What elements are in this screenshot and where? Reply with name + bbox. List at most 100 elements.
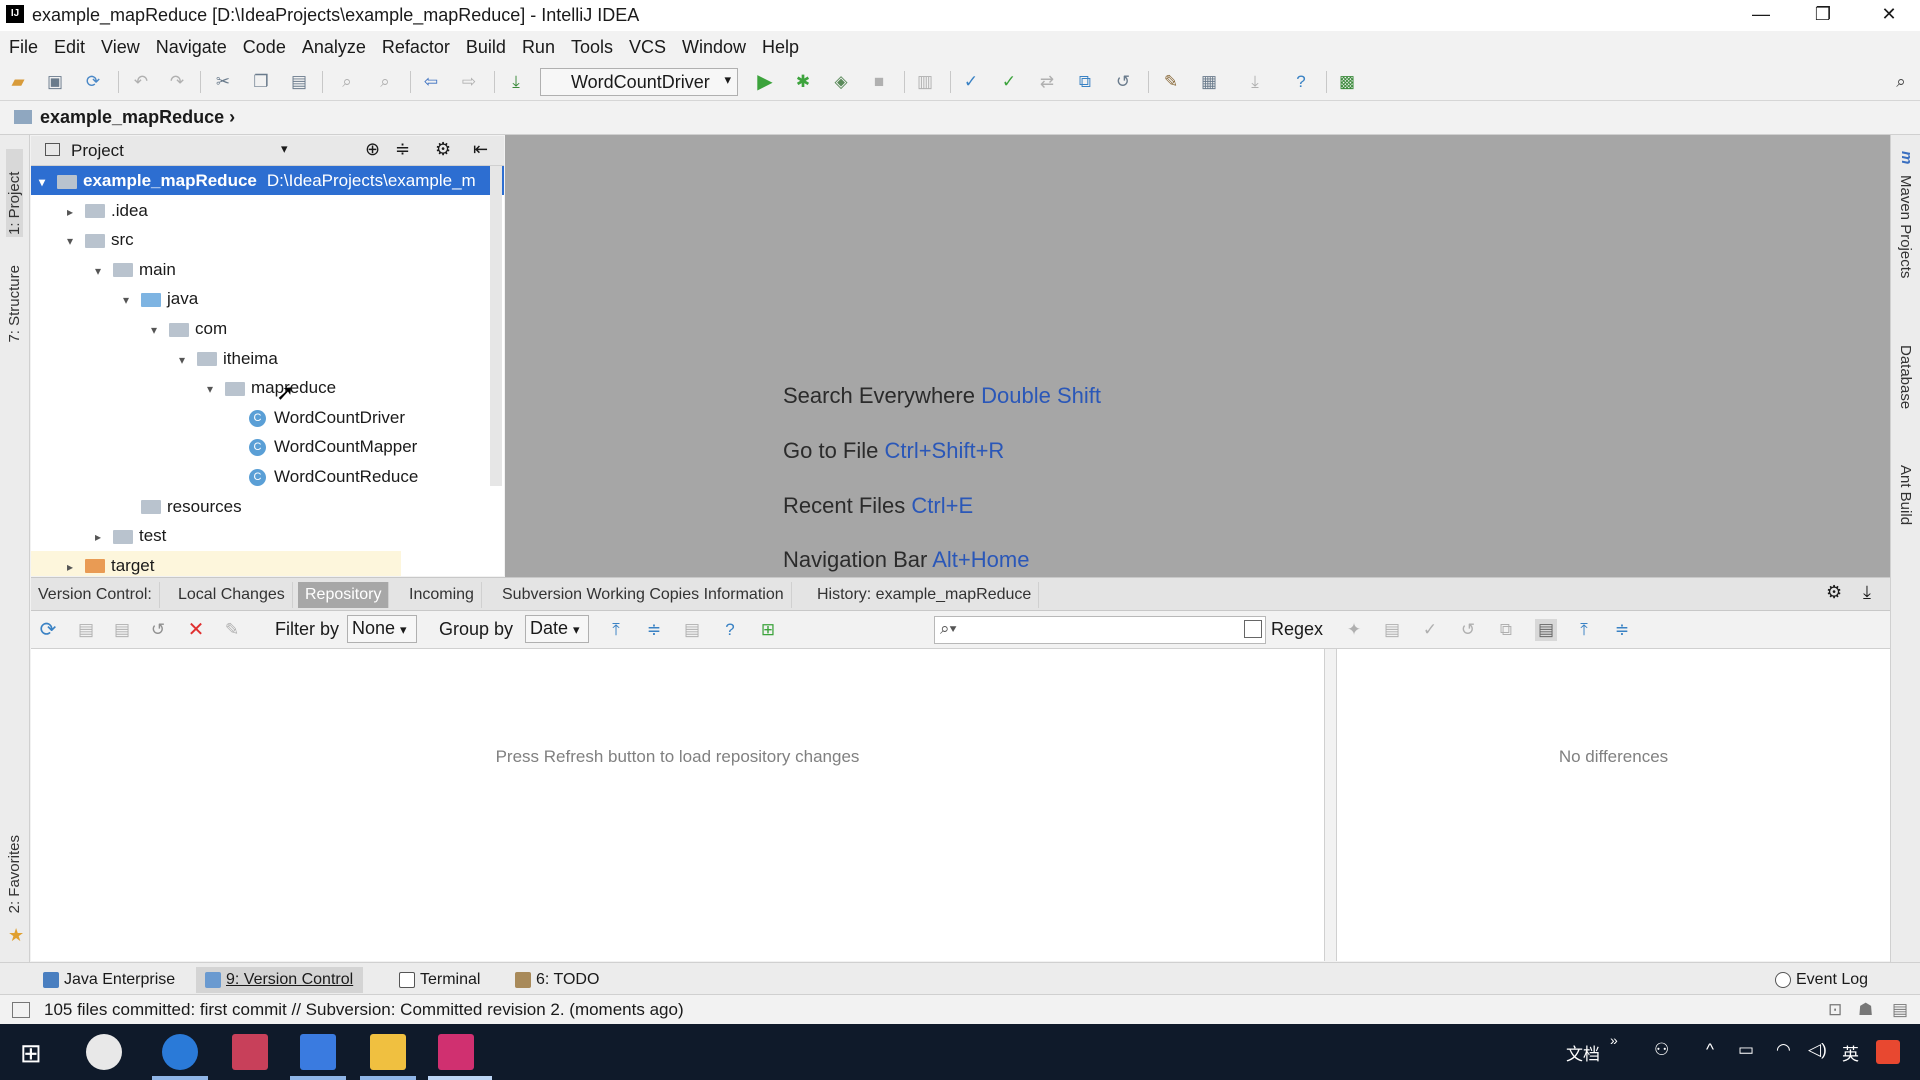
notification-icon[interactable] bbox=[1876, 1040, 1900, 1064]
windows-start-icon[interactable]: ⊞ bbox=[20, 1038, 42, 1069]
find-icon[interactable]: ⌕ bbox=[336, 71, 358, 93]
tab-history[interactable]: History: example_mapReduce bbox=[810, 582, 1040, 608]
tree-node[interactable]: ▾ mapreduce bbox=[31, 373, 504, 402]
coverage-icon[interactable]: ◈ bbox=[830, 71, 852, 93]
ime-indicator[interactable]: 英 bbox=[1842, 1040, 1859, 1065]
chevron-down-icon[interactable]: ▾ bbox=[123, 286, 137, 315]
tool-window-maven[interactable]: Maven Projects bbox=[1897, 175, 1914, 278]
tree-node[interactable]: ▸ target bbox=[31, 550, 401, 576]
tree-node[interactable]: ▸ test bbox=[31, 521, 504, 550]
vcs-commit-icon[interactable]: ✓ bbox=[998, 71, 1020, 93]
collapse-all-icon[interactable]: ≑ bbox=[395, 139, 410, 160]
tree-node[interactable]: C WordCountMapper bbox=[31, 432, 504, 461]
add-icon[interactable]: ⊞ bbox=[757, 619, 779, 641]
tree-node[interactable]: ▾ itheima bbox=[31, 344, 504, 373]
tool-window-favorites[interactable]: 2: Favorites bbox=[6, 835, 23, 913]
vcs-compare-icon[interactable]: ⇄ bbox=[1036, 71, 1058, 93]
locate-icon[interactable]: ⊕ bbox=[365, 139, 380, 160]
tool-window-structure[interactable]: 7: Structure bbox=[6, 265, 23, 343]
tab-terminal[interactable]: Terminal bbox=[390, 967, 490, 993]
project-tree[interactable]: ▾ example_mapReduce D:\IdeaProjects\exampl… bbox=[31, 166, 504, 576]
project-structure-icon[interactable]: ▦ bbox=[1198, 71, 1220, 93]
gear-icon[interactable]: ⚙ bbox=[1826, 582, 1842, 603]
group-by-select[interactable]: Date ▾ bbox=[525, 615, 589, 643]
tree-node[interactable]: ▸ .idea bbox=[31, 196, 504, 225]
help-icon[interactable]: ? bbox=[719, 619, 741, 641]
menu-analyze[interactable]: Analyze bbox=[293, 31, 373, 58]
vcs-update-icon[interactable]: ✓ bbox=[960, 71, 982, 93]
tray-toolbar-label[interactable]: 文档 bbox=[1566, 1040, 1600, 1065]
menu-vcs[interactable]: VCS bbox=[620, 31, 673, 58]
menu-navigate[interactable]: Navigate bbox=[147, 31, 234, 58]
project-tree-scrollbar[interactable] bbox=[490, 166, 502, 486]
memory-icon[interactable]: ▤ bbox=[1892, 1000, 1908, 1020]
project-view-title[interactable]: Project bbox=[71, 141, 124, 161]
settings-icon[interactable]: ✎ bbox=[1160, 71, 1182, 93]
chevron-right-icon[interactable]: » bbox=[1610, 1032, 1618, 1048]
chevron-right-icon[interactable]: ▸ bbox=[95, 523, 109, 552]
tree-node[interactable]: C WordCountReduce bbox=[31, 462, 504, 491]
chevron-right-icon[interactable]: ▸ bbox=[67, 198, 81, 227]
collapse-all-icon[interactable]: ≑ bbox=[643, 619, 665, 641]
close-icon[interactable]: ✕ bbox=[185, 619, 207, 641]
vcs-action-icon[interactable]: ✦ bbox=[1343, 619, 1365, 641]
vcs-action-icon[interactable]: ✓ bbox=[1419, 619, 1441, 641]
inspector-icon[interactable]: ☗ bbox=[1858, 1000, 1873, 1020]
pdf-icon[interactable] bbox=[300, 1034, 336, 1070]
vcs-action-icon[interactable]: ▤ bbox=[1381, 619, 1403, 641]
plugin-icon[interactable]: ▩ bbox=[1336, 71, 1358, 93]
expand-all-icon[interactable]: ⤒ bbox=[1573, 619, 1595, 641]
sync-icon[interactable]: ⟳ bbox=[82, 71, 104, 93]
vcs-action-icon[interactable]: ↺ bbox=[1457, 619, 1479, 641]
menu-refactor[interactable]: Refactor bbox=[373, 31, 457, 58]
menu-view[interactable]: View bbox=[92, 31, 147, 58]
expand-all-icon[interactable]: ⤒ bbox=[605, 619, 627, 641]
menu-code[interactable]: Code bbox=[234, 31, 293, 58]
copy-icon[interactable]: ▤ bbox=[681, 619, 703, 641]
revert-icon[interactable]: ↺ bbox=[147, 619, 169, 641]
volume-icon[interactable]: ◁) bbox=[1808, 1040, 1827, 1060]
app-icon[interactable] bbox=[86, 1034, 122, 1070]
copy-icon[interactable]: ▤ bbox=[111, 619, 133, 641]
open-folder-icon[interactable]: ▰ bbox=[7, 71, 29, 93]
structure-icon[interactable]: ▥ bbox=[914, 71, 936, 93]
chevron-down-icon[interactable]: ▾ bbox=[207, 375, 221, 404]
menu-window[interactable]: Window bbox=[673, 31, 753, 58]
sdk-icon[interactable]: ⤓ bbox=[1244, 71, 1266, 93]
tree-node[interactable]: C WordCountDriver bbox=[31, 403, 504, 432]
collapse-all-icon[interactable]: ≑ bbox=[1611, 619, 1633, 641]
chevron-down-icon[interactable]: ▾ bbox=[95, 257, 109, 286]
file-explorer-icon[interactable] bbox=[370, 1034, 406, 1070]
refresh-icon[interactable]: ⟳ bbox=[37, 619, 59, 641]
save-icon[interactable]: ▣ bbox=[44, 71, 66, 93]
undo-icon[interactable]: ↶ bbox=[130, 71, 152, 93]
intellij-taskbar-icon[interactable] bbox=[438, 1034, 474, 1070]
tree-node[interactable]: ▾ src bbox=[31, 225, 504, 254]
run-configuration-select[interactable]: WordCountDriver ▾ bbox=[540, 68, 738, 96]
menu-tools[interactable]: Tools bbox=[562, 31, 620, 58]
tab-repository[interactable]: Repository bbox=[298, 582, 390, 608]
details-icon[interactable]: ▤ bbox=[1535, 619, 1557, 641]
tab-incoming[interactable]: Incoming bbox=[402, 582, 482, 608]
run-icon[interactable]: ▶ bbox=[754, 71, 776, 93]
gear-icon[interactable]: ⚙ bbox=[435, 139, 451, 160]
replace-icon[interactable]: ⌕ bbox=[374, 71, 396, 93]
chevron-up-icon[interactable]: ^ bbox=[1706, 1040, 1714, 1060]
tab-working-copies[interactable]: Subversion Working Copies Information bbox=[495, 582, 792, 608]
tab-version-control[interactable]: 9: Version Control bbox=[196, 967, 364, 993]
search-input[interactable]: ⌕▾ bbox=[934, 616, 1266, 644]
forward-icon[interactable]: ⇨ bbox=[458, 71, 480, 93]
hide-panel-icon[interactable]: ⇤ bbox=[473, 139, 488, 160]
people-icon[interactable]: ⚇ bbox=[1654, 1040, 1669, 1060]
tool-window-database[interactable]: Database bbox=[1897, 345, 1914, 409]
chevron-down-icon[interactable]: ▾ bbox=[281, 141, 288, 157]
chevron-down-icon[interactable]: ▾ bbox=[151, 316, 165, 345]
cut-icon[interactable]: ✂ bbox=[212, 71, 234, 93]
chevron-down-icon[interactable]: ▾ bbox=[67, 227, 81, 256]
vcs-revert-icon[interactable]: ↺ bbox=[1112, 71, 1134, 93]
build-icon[interactable]: ⤓ bbox=[505, 71, 527, 93]
chevron-down-icon[interactable]: ▾ bbox=[39, 168, 53, 197]
wifi-icon[interactable]: ◠ bbox=[1776, 1040, 1791, 1060]
search-everywhere-icon[interactable]: ⌕ bbox=[1890, 71, 1912, 93]
menu-file[interactable]: File bbox=[0, 31, 45, 58]
